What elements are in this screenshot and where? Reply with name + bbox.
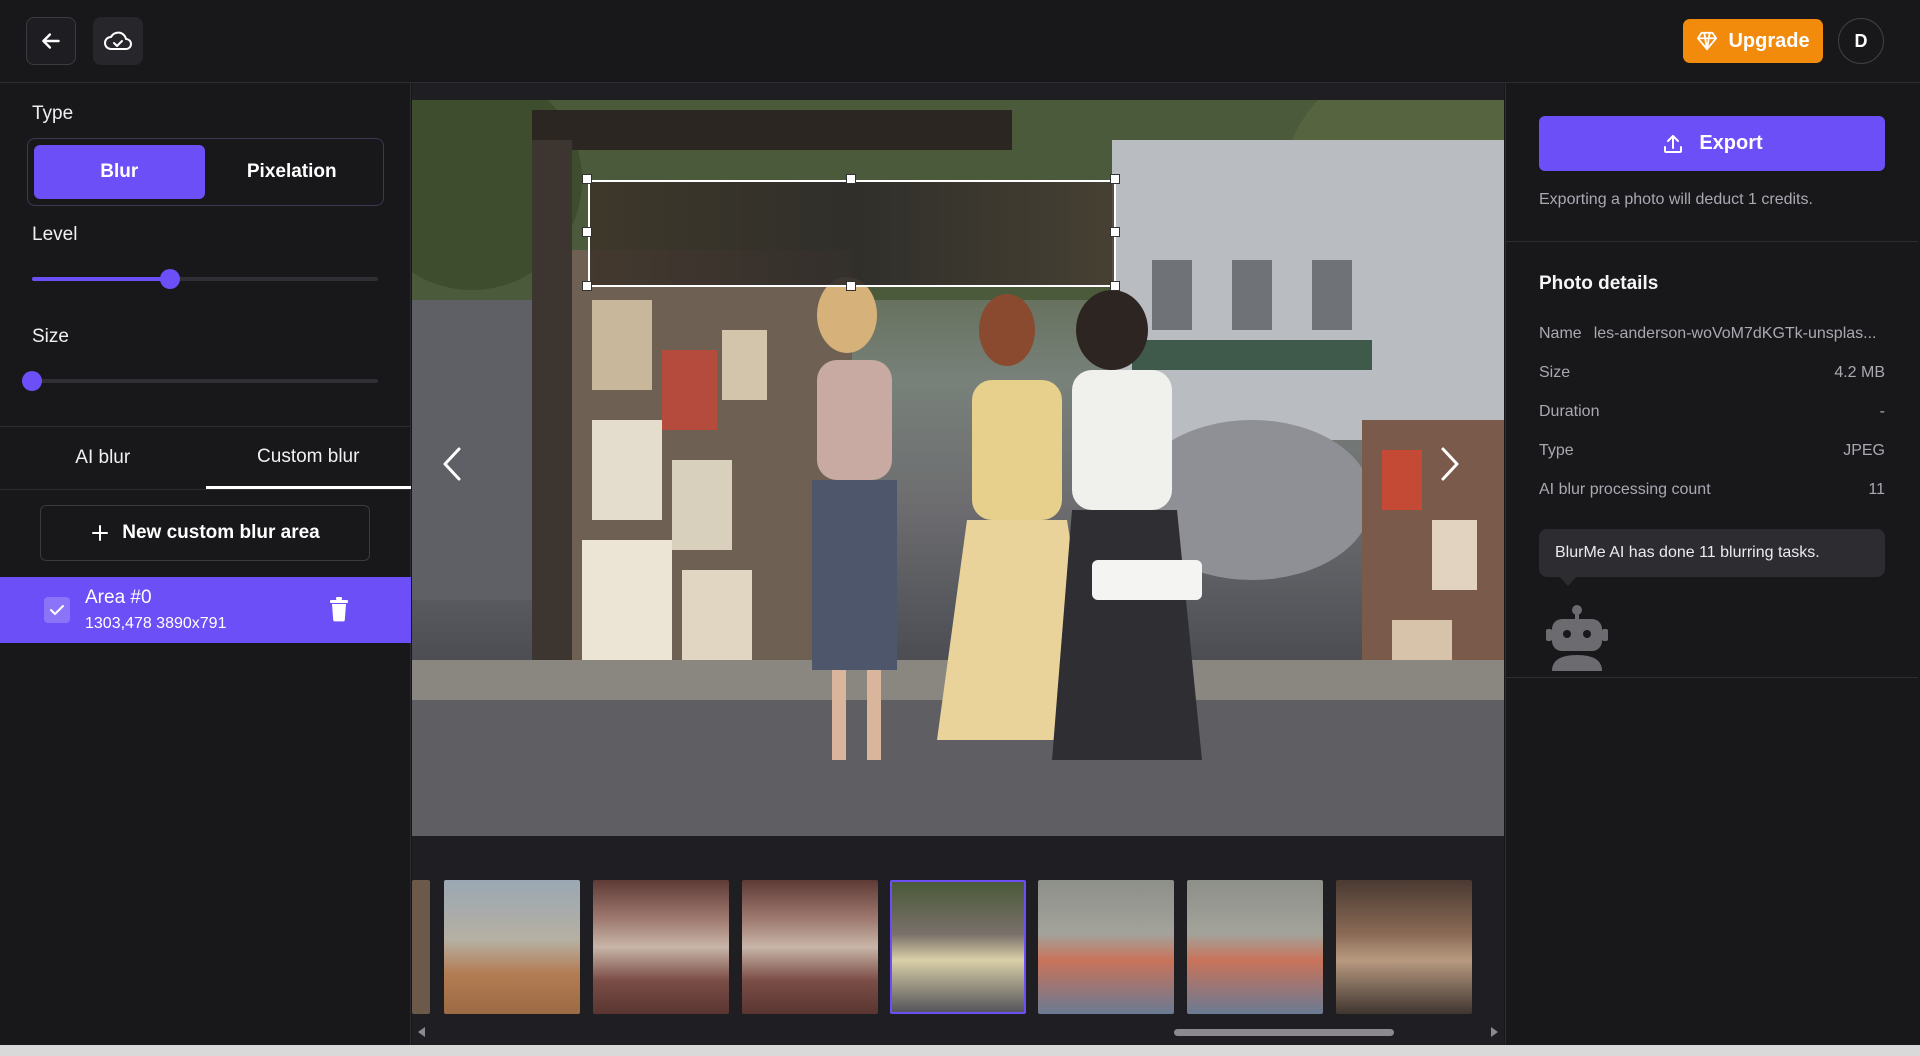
detail-key: Duration <box>1539 403 1600 420</box>
export-button[interactable]: Export <box>1539 116 1885 171</box>
avatar[interactable]: D <box>1838 18 1884 64</box>
tab-custom-blur[interactable]: Custom blur <box>205 427 411 489</box>
thumbnail[interactable] <box>1187 880 1323 1014</box>
detail-value: - <box>1879 403 1885 420</box>
level-slider-fill <box>32 277 171 281</box>
export-credit-note: Exporting a photo will deduct 1 credits. <box>1539 191 1813 208</box>
detail-row-duration: Duration - <box>1539 403 1885 421</box>
detail-value: 4.2 MB <box>1834 364 1885 381</box>
scrollbar-thumb[interactable] <box>1174 1029 1394 1036</box>
canvas-area <box>412 83 1504 1045</box>
size-slider-thumb[interactable] <box>22 371 42 391</box>
detail-row-type: Type JPEG <box>1539 442 1885 460</box>
new-custom-blur-area-button[interactable]: New custom blur area <box>40 505 370 561</box>
resize-handle[interactable] <box>1110 227 1120 237</box>
chevron-right-icon <box>1441 447 1459 481</box>
level-slider-thumb[interactable] <box>160 269 181 289</box>
size-slider[interactable] <box>22 371 378 391</box>
tab-ai-blur[interactable]: AI blur <box>0 427 206 489</box>
thumbnail-selected[interactable] <box>890 880 1026 1014</box>
ai-tasks-tooltip: BlurMe AI has done 11 blurring tasks. <box>1539 529 1885 577</box>
tooltip-tail <box>1559 576 1577 586</box>
resize-handle[interactable] <box>1110 174 1120 184</box>
detail-key: Type <box>1539 442 1574 459</box>
back-button[interactable] <box>26 17 76 65</box>
photo-preview[interactable] <box>412 100 1504 836</box>
right-panel: Export Exporting a photo will deduct 1 c… <box>1505 83 1918 1045</box>
resize-handle[interactable] <box>582 174 592 184</box>
divider <box>1506 241 1918 242</box>
top-bar: Upgrade D <box>0 0 1920 83</box>
cloud-check-icon <box>104 31 132 50</box>
arrow-left-icon <box>42 33 60 49</box>
bottom-window-edge <box>0 1045 1920 1056</box>
resize-handle[interactable] <box>1110 281 1120 291</box>
detail-value: les-anderson-woVoM7dKGTk-unsplas... <box>1593 325 1877 342</box>
area-title: Area #0 <box>85 587 152 608</box>
check-icon <box>50 605 64 615</box>
delete-area-button[interactable] <box>328 596 350 627</box>
level-slider[interactable] <box>32 269 378 289</box>
scroll-right-icon <box>1491 1027 1498 1037</box>
detail-key: Size <box>1539 364 1571 381</box>
photo-details-title: Photo details <box>1539 273 1659 294</box>
thumbnail[interactable] <box>412 880 430 1014</box>
robot-icon <box>1546 605 1608 671</box>
thumbnail[interactable] <box>593 880 729 1014</box>
detail-row-size: Size 4.2 MB <box>1539 364 1885 382</box>
next-photo-button[interactable] <box>1439 445 1473 495</box>
divider <box>1506 677 1918 678</box>
area-checkbox[interactable] <box>44 597 70 623</box>
level-label: Level <box>32 224 78 245</box>
size-label: Size <box>32 326 69 347</box>
thumbnail[interactable] <box>1038 880 1174 1014</box>
detail-key: AI blur processing count <box>1539 481 1711 498</box>
new-area-label: New custom blur area <box>122 522 320 543</box>
robot-mascot <box>1546 605 1608 676</box>
detail-row-name: Name les-anderson-woVoM7dKGTk-unsplas... <box>1539 325 1885 343</box>
thumbnail-scrollbar[interactable] <box>412 1025 1504 1039</box>
detail-key: Name <box>1539 325 1582 342</box>
blur-mode-tabs: AI blur Custom blur <box>0 426 411 490</box>
blur-option[interactable]: Blur <box>34 145 205 199</box>
thumbnail[interactable] <box>742 880 878 1014</box>
blur-area-item[interactable]: Area #0 1303,478 3890x791 <box>0 577 411 643</box>
upgrade-label: Upgrade <box>1728 29 1810 52</box>
type-label: Type <box>32 103 74 124</box>
diamond-icon <box>1697 31 1718 51</box>
thumbnail[interactable] <box>1336 880 1472 1014</box>
upgrade-button[interactable]: Upgrade <box>1683 19 1823 63</box>
export-label: Export <box>1699 132 1763 154</box>
resize-handle[interactable] <box>846 174 856 184</box>
left-panel: Type Blur Pixelation Level Size AI blur … <box>0 83 411 1045</box>
scroll-left-icon <box>418 1027 425 1037</box>
detail-value: 11 <box>1868 481 1885 498</box>
upload-icon <box>1664 134 1683 153</box>
custom-blur-area-selection[interactable] <box>588 180 1116 287</box>
plus-icon <box>92 525 109 541</box>
cloud-sync-button[interactable] <box>93 17 143 65</box>
area-coordinates: 1303,478 3890x791 <box>85 615 227 632</box>
type-toggle: Blur Pixelation <box>27 138 384 206</box>
trash-icon <box>330 597 348 622</box>
thumbnail[interactable] <box>444 880 580 1014</box>
chevron-left-icon <box>443 447 461 481</box>
pixelation-option[interactable]: Pixelation <box>207 145 378 199</box>
resize-handle[interactable] <box>582 227 592 237</box>
detail-value: JPEG <box>1843 442 1885 459</box>
resize-handle[interactable] <box>582 281 592 291</box>
previous-photo-button[interactable] <box>441 445 475 495</box>
resize-handle[interactable] <box>846 281 856 291</box>
detail-row-ai-count: AI blur processing count 11 <box>1539 481 1885 499</box>
